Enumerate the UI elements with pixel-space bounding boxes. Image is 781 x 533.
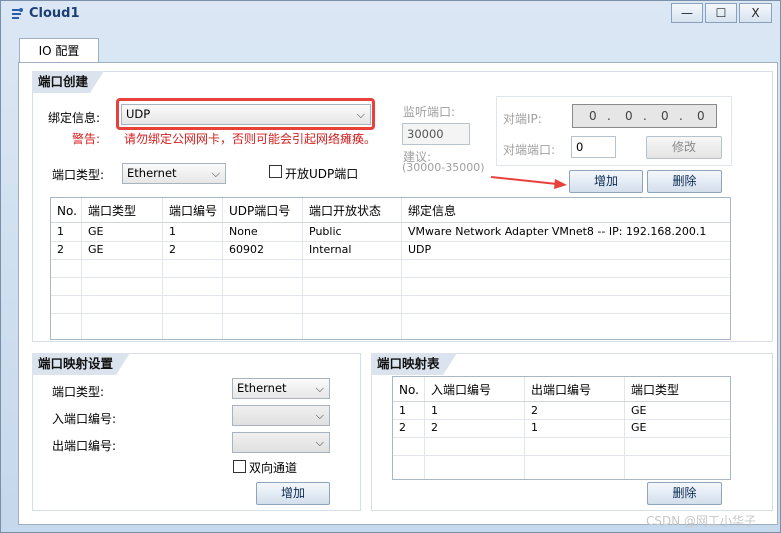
port-mapping-title: 端口映射设置 — [32, 353, 130, 375]
col-port-number[interactable]: 端口编号 — [163, 203, 217, 220]
delete-mapping-button[interactable]: 删除 — [647, 482, 722, 505]
port-create-title: 端口创建 — [32, 71, 104, 93]
mapping-port-type-label: 端口类型: — [52, 385, 105, 399]
modify-button[interactable]: 修改 — [646, 136, 722, 159]
delete-port-button[interactable]: 删除 — [647, 170, 722, 193]
bind-info-label: 绑定信息: — [48, 111, 101, 125]
in-port-label: 入端口编号: — [52, 412, 117, 426]
bidirectional-label: 双向通道 — [249, 461, 298, 475]
open-udp-checkbox[interactable] — [269, 165, 282, 178]
bind-info-highlight — [116, 98, 375, 130]
suggest-range: (30000-35000) — [402, 161, 485, 174]
close-button[interactable]: X — [739, 3, 772, 23]
chevron-down-icon: ⌵ — [211, 167, 220, 180]
mapping-table: No. 入端口编号 出端口编号 端口类型 1 1 2 GE 2 2 1 GE — [392, 376, 731, 480]
cloud-app-icon — [12, 8, 23, 19]
bidirectional-checkbox[interactable] — [233, 460, 246, 473]
col-udp-port[interactable]: UDP端口号 — [223, 203, 290, 220]
tab-io-config[interactable]: IO 配置 — [19, 38, 99, 63]
red-arrow-icon — [490, 176, 567, 189]
add-port-button[interactable]: 增加 — [569, 170, 643, 193]
window-title: Cloud1 — [29, 6, 80, 21]
chevron-down-icon: ⌵ — [315, 436, 324, 449]
open-udp-label: 开放UDP端口 — [285, 167, 359, 181]
warning-text: 请勿绑定公网网卡，否则可能会引起网络瘫痪。 — [124, 132, 377, 146]
chevron-down-icon: ⌵ — [315, 382, 324, 395]
map-col-no[interactable]: No. — [393, 382, 419, 399]
port-type-select[interactable]: Ethernet ⌵ — [122, 163, 226, 184]
mapping-port-type-value: Ethernet — [237, 381, 287, 395]
warning-label: 警告: — [72, 132, 101, 146]
watermark-text: CSDN @网工小华子 — [646, 514, 757, 528]
mapping-port-type-select[interactable]: Ethernet ⌵ — [232, 378, 330, 399]
add-mapping-button[interactable]: 增加 — [256, 482, 330, 505]
in-port-select[interactable]: ⌵ — [232, 405, 330, 426]
col-port-type[interactable]: 端口类型 — [82, 203, 136, 220]
col-no[interactable]: No. — [51, 203, 77, 220]
peer-port-input[interactable]: 0 — [571, 136, 616, 158]
port-type-label: 端口类型: — [52, 168, 105, 182]
peer-ip-input[interactable]: 0 . 0 . 0 . 0 — [572, 104, 717, 128]
col-bind-info[interactable]: 绑定信息 — [402, 203, 456, 220]
map-col-out-port[interactable]: 出端口编号 — [525, 382, 591, 399]
minimize-button[interactable]: — — [671, 3, 703, 23]
listen-port-input[interactable]: 30000 — [402, 123, 470, 145]
port-table: No. 端口类型 端口编号 UDP端口号 端口开放状态 绑定信息 1 GE 1 … — [50, 197, 731, 340]
maximize-button[interactable]: ☐ — [705, 3, 737, 23]
port-type-value: Ethernet — [127, 166, 177, 180]
col-open-status[interactable]: 端口开放状态 — [303, 203, 381, 220]
map-col-in-port[interactable]: 入端口编号 — [425, 382, 491, 399]
mapping-table-title: 端口映射表 — [371, 353, 457, 375]
peer-port-label: 对端端口: — [503, 143, 556, 157]
peer-ip-label: 对端IP: — [503, 112, 542, 126]
out-port-select[interactable]: ⌵ — [232, 432, 330, 453]
out-port-label: 出端口编号: — [52, 439, 117, 453]
chevron-down-icon: ⌵ — [315, 409, 324, 422]
cloud1-window: Cloud1 — ☐ X IO 配置 端口创建 绑定信息: UDP ⌵ 警告: … — [0, 0, 781, 533]
listen-port-label: 监听端口: — [403, 105, 456, 119]
map-col-port-type[interactable]: 端口类型 — [625, 382, 679, 399]
title-bar[interactable]: Cloud1 — ☐ X — [1, 1, 780, 27]
